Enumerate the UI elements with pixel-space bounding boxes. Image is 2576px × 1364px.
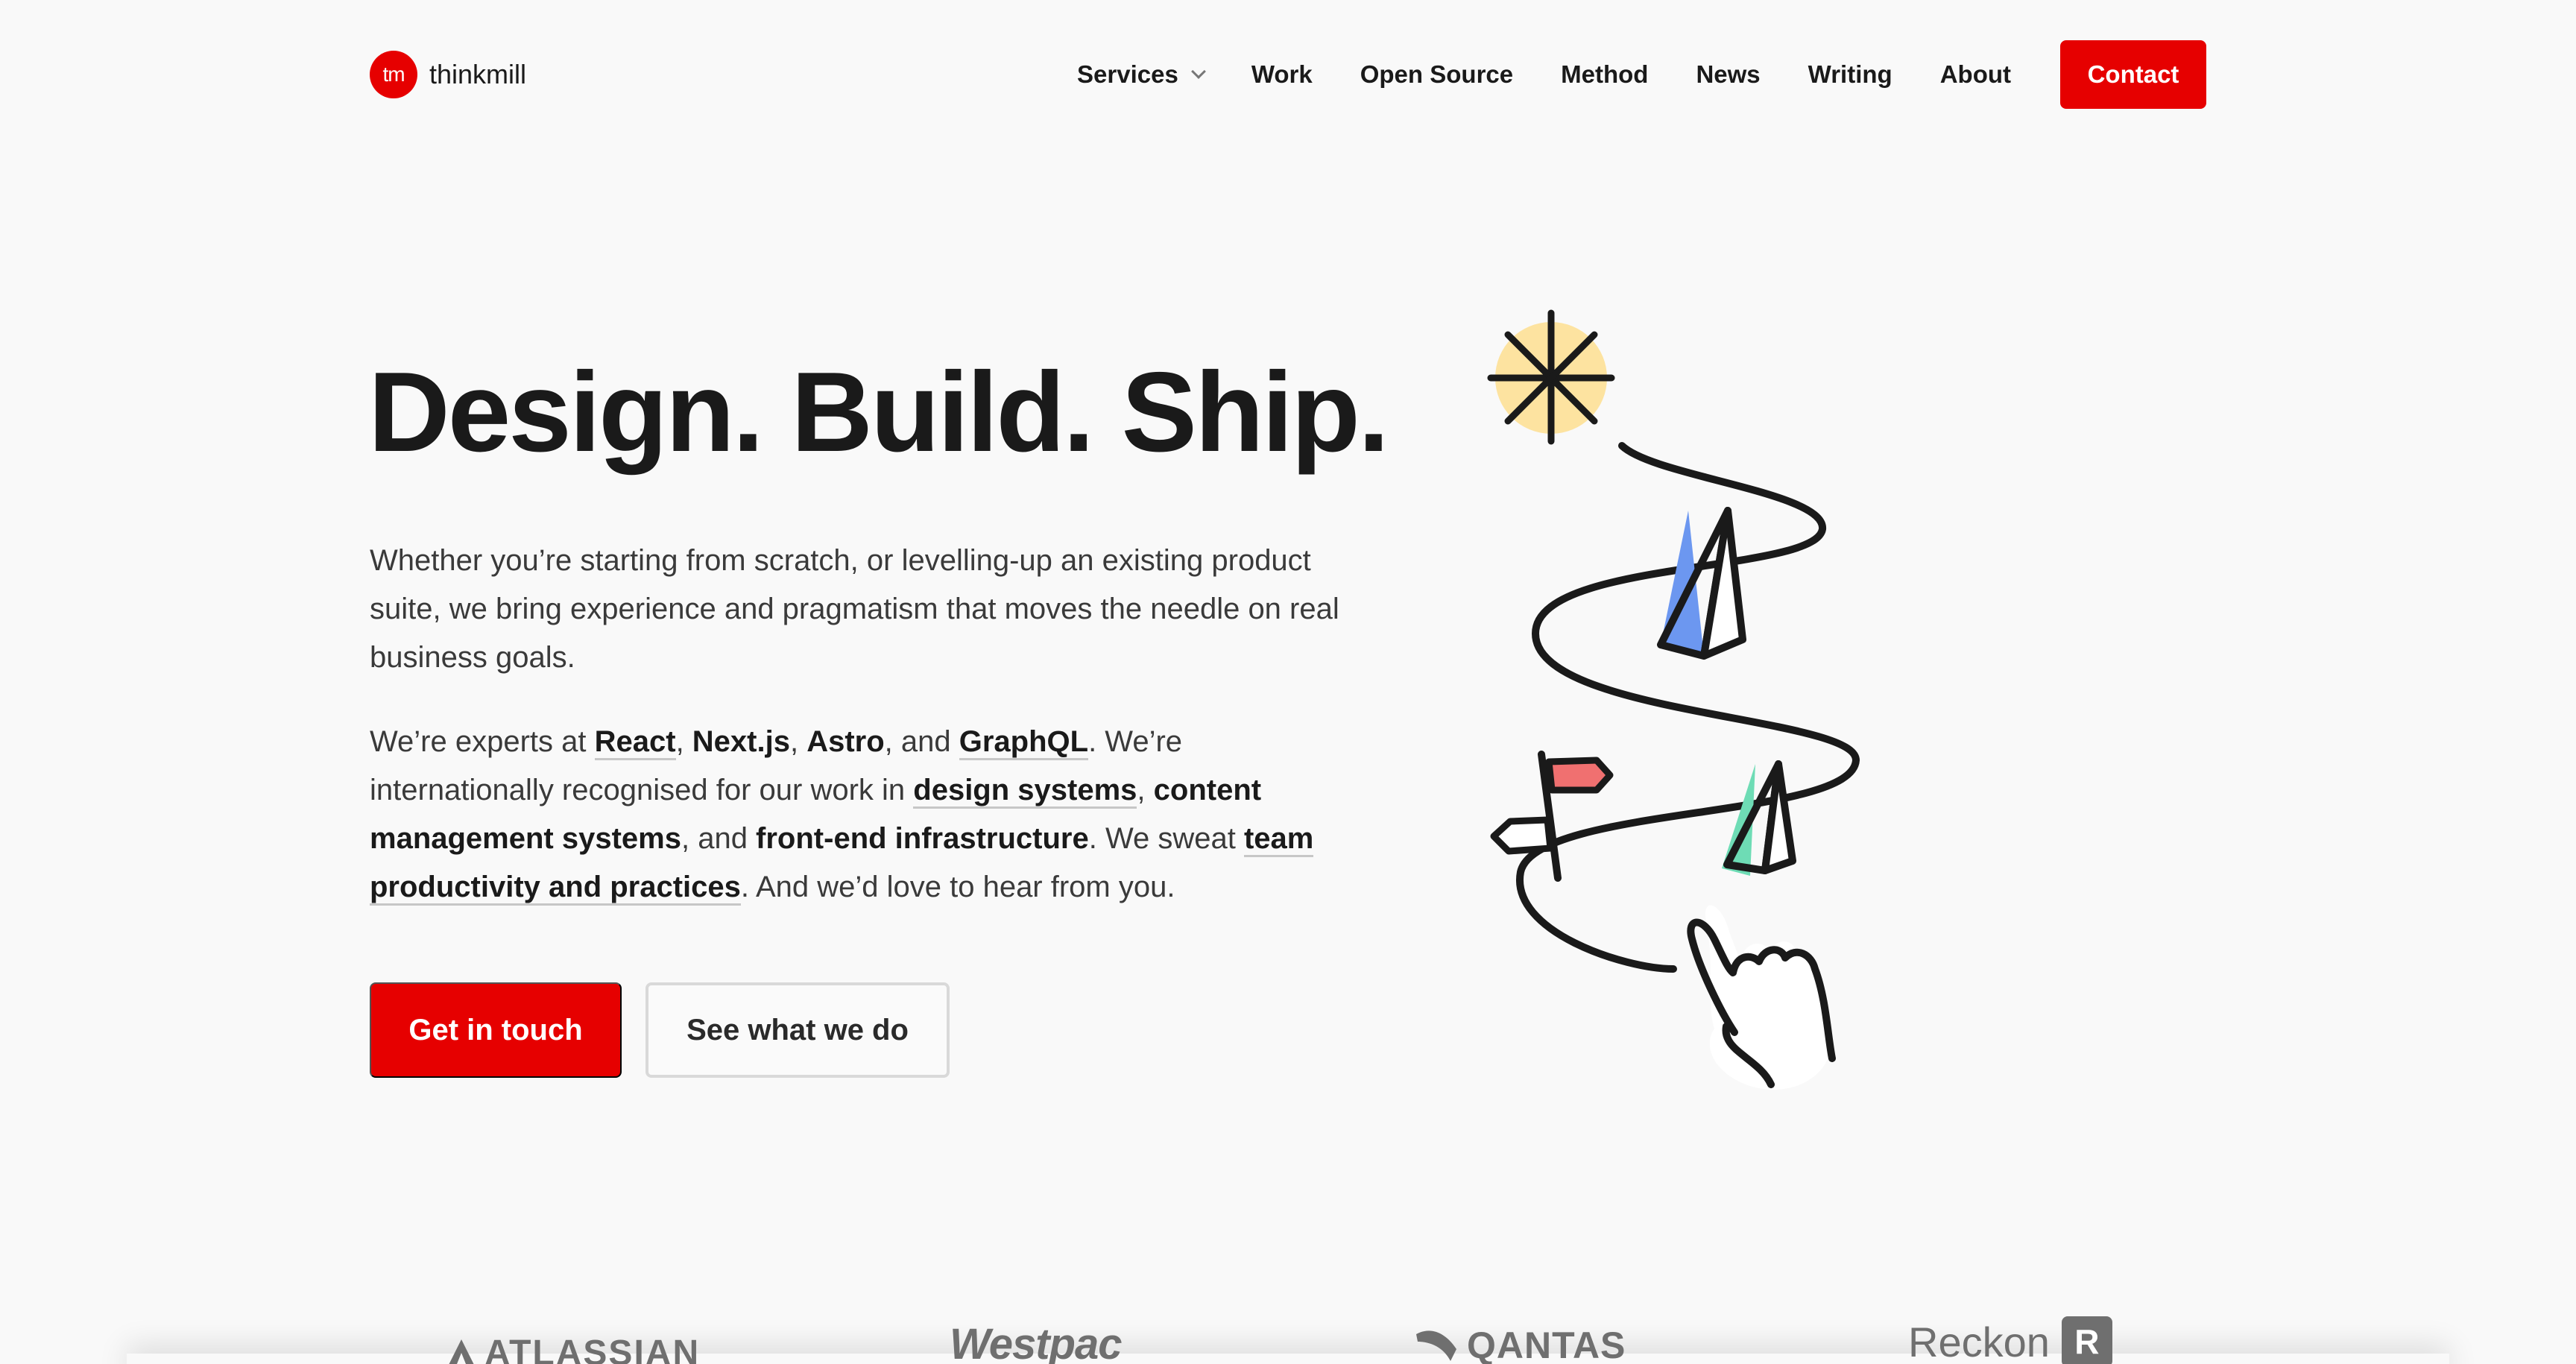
page: tm thinkmill Services Work Open Source M…: [0, 0, 2576, 1364]
nav-writing[interactable]: Writing: [1808, 60, 1892, 89]
nav-news[interactable]: News: [1696, 60, 1760, 89]
text: We’re experts at: [370, 725, 595, 758]
logo-name: thinkmill: [429, 59, 527, 89]
journey-illustration: [1487, 309, 1860, 1090]
get-in-touch-button[interactable]: Get in touch: [370, 982, 622, 1078]
pointing-hand-icon: [1705, 905, 1831, 1090]
hero-cta-group: Get in touch See what we do: [370, 982, 950, 1078]
reckon-wordmark: Reckon: [1908, 1318, 2050, 1364]
kangaroo-icon: [1416, 1330, 1456, 1361]
qantas-logo: QANTAS: [1415, 1324, 1626, 1364]
atlassian-logo: ATLASSIAN: [446, 1333, 700, 1364]
hero-intro: Whether you’re starting from scratch, or…: [370, 544, 1339, 674]
text: ,: [789, 725, 807, 758]
nav-method[interactable]: Method: [1561, 60, 1648, 89]
nav-services-label: Services: [1077, 60, 1178, 88]
text-astro: Astro: [806, 725, 885, 758]
flag-icon: [1545, 757, 1614, 794]
logo-link[interactable]: tm thinkmill: [370, 51, 526, 98]
text: . And we’d love to hear from you.: [740, 871, 1175, 903]
see-what-we-do-button[interactable]: See what we do: [645, 982, 950, 1078]
reckon-logo: Reckon R: [1908, 1316, 2112, 1364]
main-nav: Services Work Open Source Method News Wr…: [1077, 40, 2206, 109]
text-frontend-infra: front-end infrastructure: [756, 822, 1089, 855]
qantas-wordmark: QANTAS: [1467, 1324, 1626, 1364]
contact-button[interactable]: Contact: [2060, 40, 2206, 109]
westpac-logo: Westpac: [950, 1320, 1122, 1364]
site-header: tm thinkmill Services Work Open Source M…: [370, 40, 2206, 109]
reckon-mark: R: [2061, 1316, 2112, 1364]
atlassian-wordmark: ATLASSIAN: [484, 1333, 701, 1364]
client-logos-strip: ATLASSIAN Westpac QANTAS Reckon R: [127, 1312, 2449, 1364]
text: , and: [681, 822, 757, 855]
nav-about[interactable]: About: [1940, 60, 2011, 89]
hero-title: Design. Build. Ship.: [368, 349, 1389, 476]
link-graphql[interactable]: GraphQL: [959, 725, 1089, 760]
atlassian-mark-icon: [449, 1339, 474, 1364]
nav-open-source[interactable]: Open Source: [1360, 60, 1513, 89]
hero-expertise: We’re experts at React, Next.js, Astro, …: [370, 718, 1368, 912]
logo-mark: tm: [370, 51, 417, 98]
text-nextjs: Next.js: [692, 725, 790, 758]
link-react[interactable]: React: [594, 725, 676, 760]
text: ,: [675, 725, 692, 758]
text: . We sweat: [1088, 822, 1244, 855]
link-design-systems[interactable]: design systems: [913, 774, 1137, 809]
text: ,: [1137, 774, 1154, 806]
nav-work[interactable]: Work: [1251, 60, 1313, 89]
signpost-icon: [1490, 816, 1554, 855]
chevron-down-icon: [1190, 64, 1206, 79]
nav-services[interactable]: Services: [1077, 60, 1206, 89]
sun-rays: [1487, 309, 1615, 445]
text: , and: [884, 725, 959, 758]
